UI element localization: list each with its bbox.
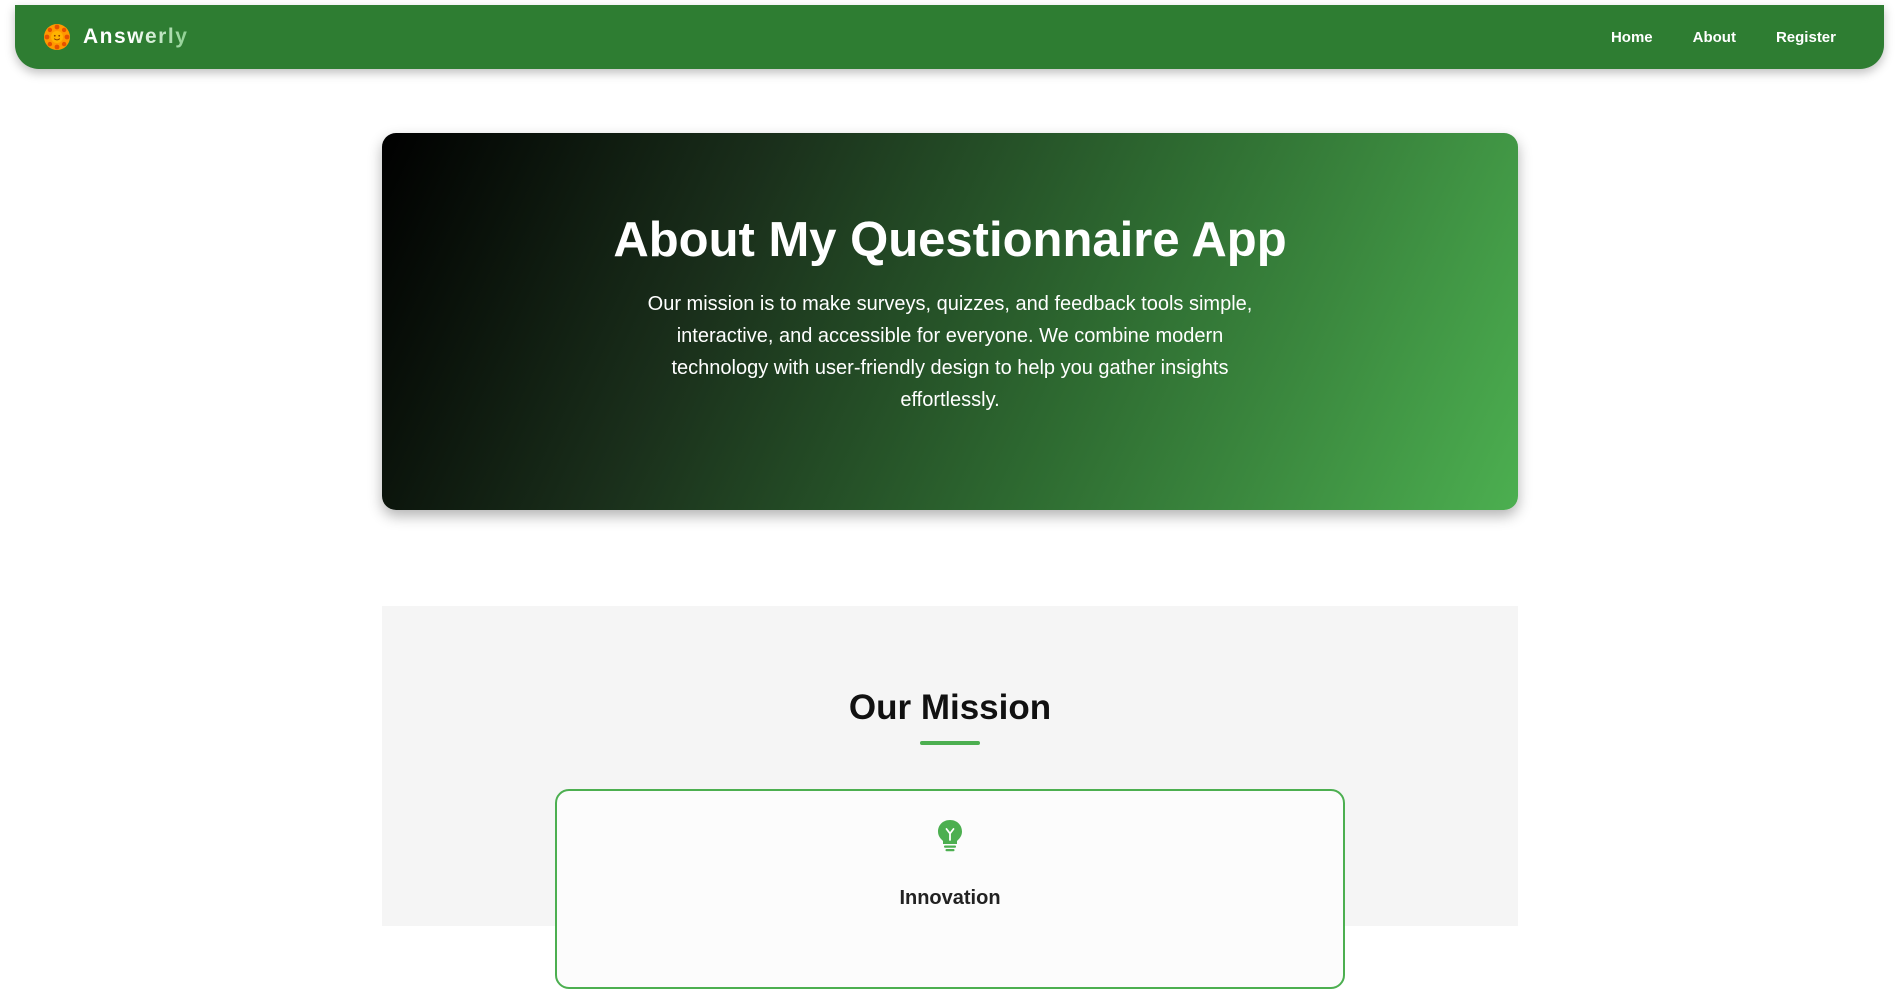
- hero-banner: About My Questionnaire App Our mission i…: [382, 133, 1518, 510]
- mission-card-innovation: Innovation: [555, 789, 1345, 989]
- hero-description: Our mission is to make surveys, quizzes,…: [647, 293, 1253, 411]
- mission-card-title: Innovation: [899, 887, 1001, 909]
- nav-link-about[interactable]: About: [1673, 21, 1756, 54]
- nav-links: Home About Register: [1591, 21, 1856, 54]
- nav-link-home[interactable]: Home: [1591, 21, 1673, 54]
- top-navbar: Answerly Home About Register: [15, 5, 1884, 69]
- brand-name: Answerly: [83, 25, 189, 48]
- mission-heading-underline: [920, 741, 980, 745]
- lightbulb-icon: [938, 820, 962, 852]
- sun-logo-icon: [44, 24, 70, 50]
- mission-section: Our Mission Innovation: [382, 606, 1518, 989]
- nav-link-register[interactable]: Register: [1756, 21, 1856, 54]
- hero-title: About My Questionnaire App: [613, 213, 1287, 267]
- mission-heading: Our Mission: [848, 688, 1052, 727]
- brand[interactable]: Answerly: [43, 23, 188, 51]
